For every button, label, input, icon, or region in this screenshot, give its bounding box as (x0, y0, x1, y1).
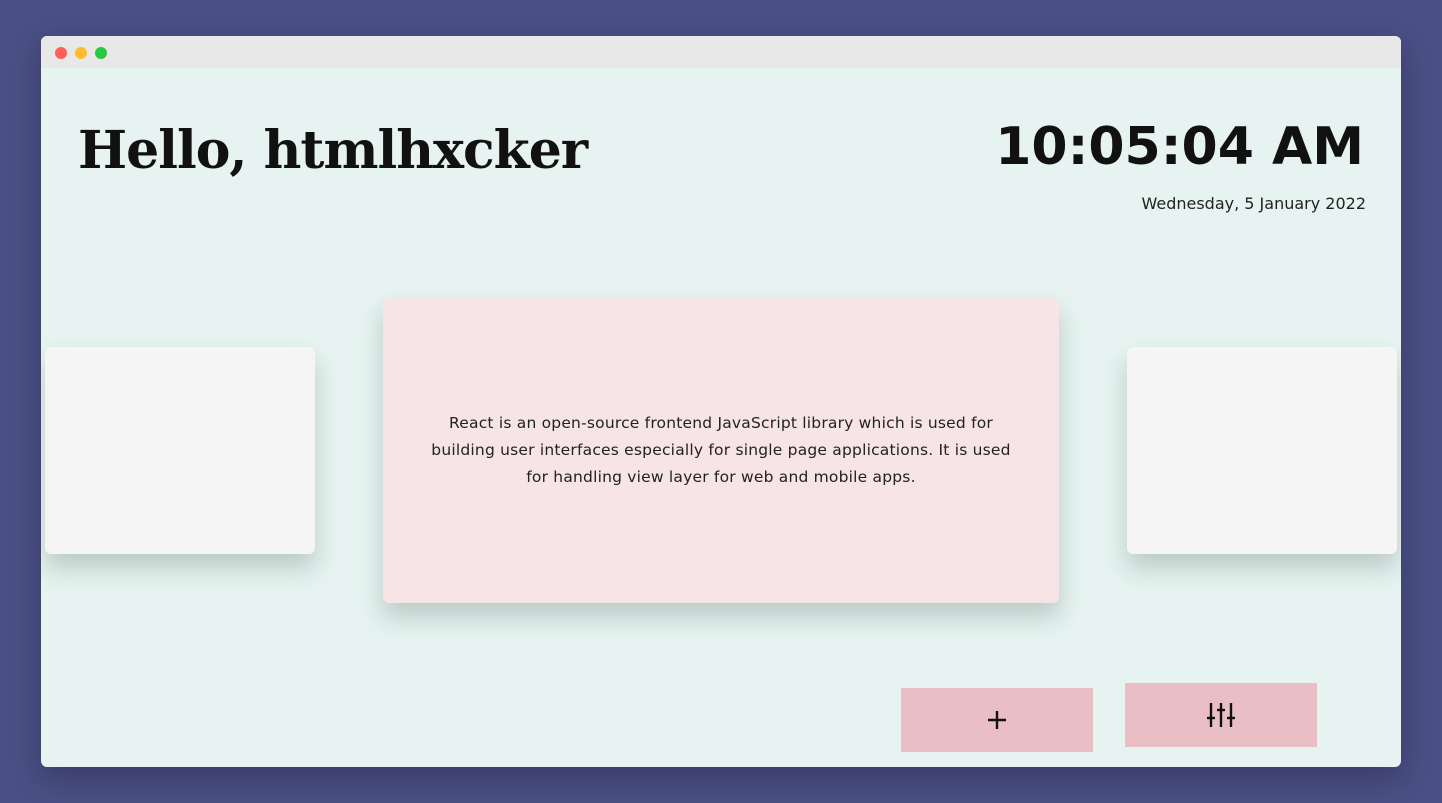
close-window-button[interactable] (55, 47, 67, 59)
carousel-card-previous[interactable] (45, 347, 315, 554)
sliders-icon (1207, 703, 1235, 727)
carousel-card-next[interactable] (1127, 347, 1397, 554)
window-titlebar (41, 36, 1401, 68)
clock-date: Wednesday, 5 January 2022 (1141, 194, 1366, 213)
app-window: Hello, htmlhxcker 10:05:04 AM Wednesday,… (41, 36, 1401, 767)
minimize-window-button[interactable] (75, 47, 87, 59)
carousel-card-active[interactable]: React is an open-source frontend JavaScr… (383, 298, 1059, 603)
plus-icon (988, 711, 1006, 729)
clock-time: 10:05:04 AM (995, 117, 1364, 177)
add-card-button[interactable] (901, 688, 1093, 752)
maximize-window-button[interactable] (95, 47, 107, 59)
settings-button[interactable] (1125, 683, 1317, 747)
card-text: React is an open-source frontend JavaScr… (431, 414, 1011, 486)
greeting-heading: Hello, htmlhxcker (78, 120, 588, 181)
